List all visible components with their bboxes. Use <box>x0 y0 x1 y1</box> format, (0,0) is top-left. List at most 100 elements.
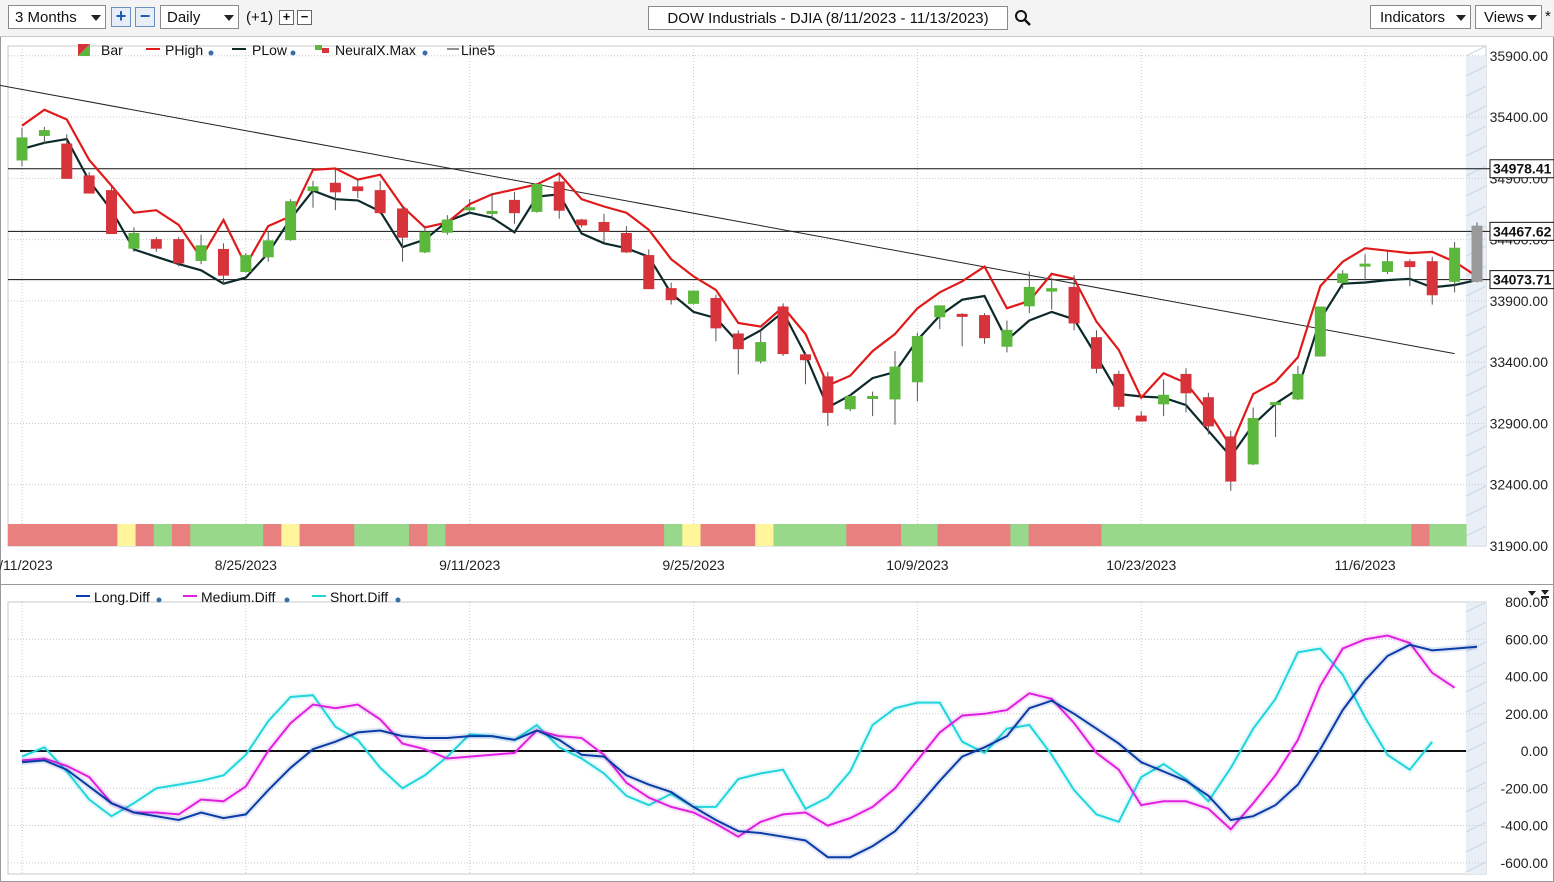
candle-body <box>531 183 543 212</box>
signal-band-segment <box>44 524 64 546</box>
signal-band-segment <box>572 524 592 546</box>
candle-body <box>374 190 386 214</box>
y-tick-label: 35900.00 <box>1490 48 1549 64</box>
price-chart[interactable]: 31900.00 32400.00 32900.00 33400.00 33900.00… <box>0 36 1554 584</box>
candle-body <box>464 207 476 211</box>
chart-title: DOW Industrials - DJIA (8/11/2023 - 11/1… <box>667 10 989 27</box>
candle <box>531 183 543 213</box>
signal-band-segment <box>937 524 957 546</box>
candle-body <box>1202 397 1214 427</box>
signal-band-segment <box>1393 524 1412 546</box>
signal-band-segment <box>226 524 246 546</box>
plus-icon: + <box>282 9 291 24</box>
candle-body <box>1270 402 1282 406</box>
signal-band-segment <box>1356 524 1376 546</box>
signal-band-segment <box>1265 524 1285 546</box>
signal-band-segment <box>1283 524 1303 546</box>
signal-band-segment <box>1338 524 1358 546</box>
y-tick-label: 400.00 <box>1505 669 1548 685</box>
signal-band-segment <box>1101 524 1121 546</box>
candle-body <box>889 366 901 400</box>
offset-decrease-button[interactable]: − <box>297 10 312 25</box>
signal-band-segment <box>1137 524 1157 546</box>
legend-label: Line5 <box>461 42 495 58</box>
interval-select[interactable]: Daily <box>160 5 239 29</box>
candle-body <box>979 315 991 339</box>
signal-band-segment <box>244 524 264 546</box>
signal-band-segment <box>1447 524 1467 546</box>
candle-body <box>1292 373 1304 400</box>
candle-body <box>934 305 946 318</box>
signal-band-segment <box>1301 524 1321 546</box>
candle-body <box>1426 261 1438 296</box>
signal-band-segment <box>882 524 902 546</box>
x-tick-label: 10/23/2023 <box>1106 557 1176 573</box>
signal-band-segment <box>117 524 137 546</box>
candle-body <box>173 239 185 264</box>
zoom-out-button[interactable]: − <box>135 7 155 27</box>
legend-dot <box>208 50 214 56</box>
candle-body <box>1046 288 1058 292</box>
toolbar: 3 Months + − Daily (+1) + − DOW Industri… <box>0 0 1554 37</box>
legend-label: NeuralX.Max <box>335 42 416 58</box>
candle-body <box>1135 415 1147 422</box>
candle <box>777 303 789 357</box>
signal-band-segment <box>955 524 975 546</box>
signal-band-segment <box>645 524 665 546</box>
signal-band-segment <box>1192 524 1212 546</box>
signal-band-segment <box>445 524 465 546</box>
candle-body <box>262 240 274 258</box>
legend-dot <box>156 597 162 603</box>
signal-band-segment <box>518 524 538 546</box>
candle <box>844 394 856 412</box>
candle-body <box>844 395 856 410</box>
signal-band-segment <box>336 524 355 546</box>
signal-band-segment <box>973 524 993 546</box>
range-select[interactable]: 3 Months <box>8 5 106 29</box>
views-label: Views <box>1484 9 1524 26</box>
signal-band-segment <box>299 524 319 546</box>
signal-band-segment <box>372 524 392 546</box>
symbol-title-field[interactable]: DOW Industrials - DJIA (8/11/2023 - 11/1… <box>648 6 1008 30</box>
legend-dot <box>284 597 290 603</box>
x-tick-label: 8/25/2023 <box>215 557 277 573</box>
candle <box>240 253 252 273</box>
candle-body <box>1158 394 1170 405</box>
signal-band-segment <box>208 524 228 546</box>
level-label: 34073.71 <box>1493 272 1552 288</box>
signal-band-segment <box>718 524 738 546</box>
pin-button[interactable]: * <box>1545 8 1551 25</box>
signal-band-segment <box>682 524 702 546</box>
zoom-in-button[interactable]: + <box>111 7 131 27</box>
candle-body <box>150 239 162 249</box>
candle-body <box>956 313 968 317</box>
signal-band-segment <box>627 524 647 546</box>
signal-band-segment <box>1320 524 1340 546</box>
offset-increase-button[interactable]: + <box>279 10 294 25</box>
candle-body <box>1068 286 1080 324</box>
signal-band-segment <box>1247 524 1267 546</box>
candle <box>1314 306 1326 357</box>
oscillator-chart[interactable]: -600.00 -400.00 -200.00 0.00 200.00 400.00 600… <box>0 584 1554 880</box>
search-icon[interactable] <box>1014 9 1032 27</box>
y-tick-label: 32400.00 <box>1490 477 1549 493</box>
chevron-down-icon <box>91 15 101 21</box>
views-button[interactable]: Views <box>1475 5 1542 29</box>
signal-band-segment <box>1065 524 1084 546</box>
candle-body <box>911 335 923 383</box>
indicators-label: Indicators <box>1380 9 1446 26</box>
candle-body <box>441 219 453 233</box>
y-tick-label: 200.00 <box>1505 706 1548 722</box>
legend-label: PLow <box>252 42 288 58</box>
signal-band-segment <box>354 524 374 546</box>
candle-body <box>553 181 565 211</box>
offset-label: (+1) <box>246 9 274 26</box>
candle-body <box>732 333 744 350</box>
candle-body <box>486 210 498 214</box>
candle-body <box>710 297 722 329</box>
signal-band-segment <box>317 524 337 546</box>
signal-band-segment <box>500 524 519 546</box>
candle-body <box>799 354 811 361</box>
signal-band-segment <box>737 524 756 546</box>
indicators-button[interactable]: Indicators <box>1370 5 1471 29</box>
